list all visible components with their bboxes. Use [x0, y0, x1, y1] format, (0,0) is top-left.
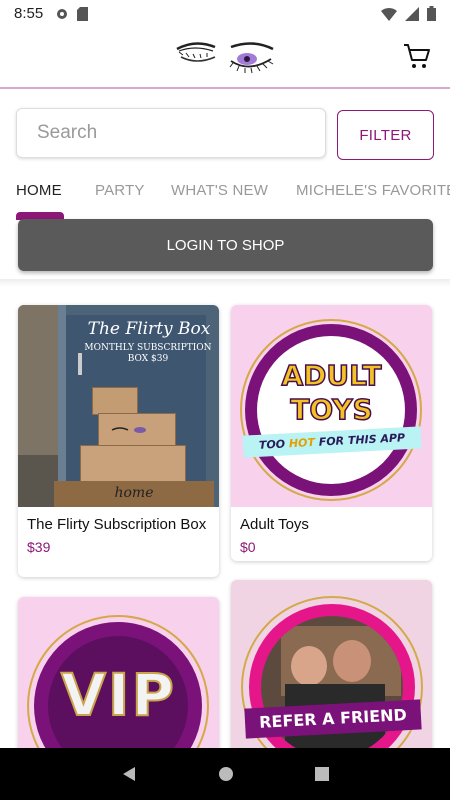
- product-card-adult-toys[interactable]: ADULT TOYS TOO HOT FOR THIS APP Adult To…: [231, 305, 432, 561]
- recents-icon[interactable]: [315, 767, 330, 781]
- product-card-vip[interactable]: VIP: [18, 597, 219, 757]
- divider: [0, 279, 450, 287]
- settings-icon: [57, 8, 68, 19]
- product-image-refer-a-friend: REFER A FRIEND: [231, 580, 432, 757]
- tab-home[interactable]: HOME: [16, 182, 62, 199]
- search-placeholder: Search: [37, 122, 98, 143]
- doormat-text: home: [114, 485, 154, 501]
- sd-card-icon: [77, 6, 89, 21]
- system-nav-bar: [0, 748, 450, 800]
- product-card-refer-a-friend[interactable]: REFER A FRIEND: [231, 580, 432, 757]
- eyelashes-logo[interactable]: [173, 35, 278, 79]
- product-title: The Flirty Subscription Box: [27, 516, 207, 533]
- product-image-vip: VIP: [18, 597, 219, 757]
- product-price: $0: [240, 539, 256, 555]
- tab-party[interactable]: PARTY: [95, 182, 145, 199]
- toys-label: TOYS: [290, 392, 374, 427]
- filter-button[interactable]: FILTER: [337, 110, 434, 160]
- product-card-flirty-box[interactable]: The Flirty Box MONTHLY SUBSCRIPTION BOX …: [18, 305, 219, 577]
- login-to-shop-button[interactable]: LOGIN TO SHOP: [18, 219, 433, 271]
- back-icon[interactable]: [121, 766, 137, 782]
- product-price: $39: [27, 539, 51, 555]
- product-image-adult-toys: ADULT TOYS TOO HOT FOR THIS APP: [231, 305, 432, 507]
- adult-label: ADULT: [281, 358, 382, 393]
- home-icon[interactable]: [218, 766, 234, 782]
- search-input[interactable]: Search: [16, 108, 326, 158]
- tab-whats-new[interactable]: WHAT'S NEW: [171, 182, 268, 199]
- eyelash-decal: [110, 421, 150, 433]
- vip-text: VIP: [60, 660, 176, 730]
- cart-icon[interactable]: [402, 41, 432, 71]
- status-bar: 8:55: [0, 0, 450, 27]
- product-image-flirty-box: The Flirty Box MONTHLY SUBSCRIPTION BOX …: [18, 305, 219, 507]
- flirty-box-script: The Flirty Box: [87, 319, 211, 339]
- battery-icon: [427, 6, 436, 21]
- search-row: Search FILTER: [16, 108, 434, 160]
- status-time: 8:55: [14, 5, 44, 22]
- flirty-box-subtitle: MONTHLY SUBSCRIPTION BOX $39: [84, 343, 212, 364]
- category-tabs: HOME PARTY WHAT'S NEW MICHELE'S FAVORITE…: [0, 174, 450, 220]
- product-title: Adult Toys: [240, 516, 309, 533]
- app-header: [0, 27, 450, 89]
- signal-icon: [405, 6, 419, 21]
- tab-micheles-favorites[interactable]: MICHELE'S FAVORITES: [296, 182, 450, 199]
- wifi-icon: [381, 7, 397, 21]
